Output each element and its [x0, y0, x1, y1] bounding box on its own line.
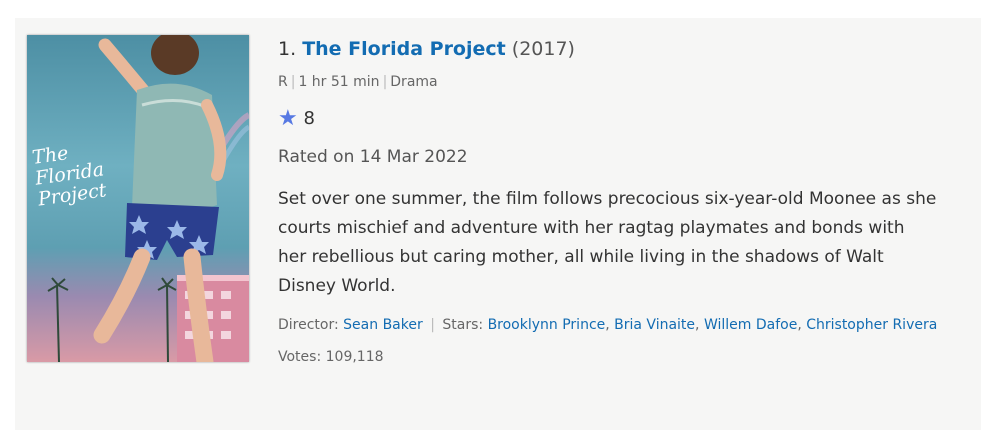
director-link[interactable]: Sean Baker [343, 317, 423, 333]
credits: Director: Sean Baker | Stars: Brooklynn … [278, 317, 938, 333]
rated-on-date: Rated on 14 Mar 2022 [278, 147, 468, 167]
movie-title-link[interactable]: The Florida Project [302, 38, 506, 60]
director-label: Director: [278, 317, 339, 333]
star-link[interactable]: Bria Vinaite [614, 317, 695, 333]
star-link[interactable]: Willem Dafoe [704, 317, 797, 333]
genre: Drama [390, 74, 438, 90]
movie-details: 1. The Florida Project (2017) R | 1 hr 51 … [278, 36, 958, 365]
star-icon: ★ [278, 106, 298, 131]
runtime: 1 hr 51 min [298, 74, 380, 90]
votes-label: Votes: [278, 349, 322, 365]
plot-description: Set over one summer, the film follows pr… [278, 189, 937, 296]
poster-title: The Florida Project [31, 138, 108, 210]
separator: | [290, 74, 296, 90]
movie-poster[interactable]: The Florida Project [27, 35, 249, 362]
stars-label: Stars: [442, 317, 484, 333]
vote-count: Votes: 109,118 [278, 349, 958, 365]
rating-value: 8 [303, 108, 315, 129]
separator: | [430, 317, 435, 333]
separator: | [382, 74, 388, 90]
star-link[interactable]: Brooklynn Prince [488, 317, 606, 333]
movie-meta: R | 1 hr 51 min | Drama [278, 73, 958, 91]
release-year: (2017) [511, 38, 575, 60]
votes-value: 109,118 [325, 349, 384, 365]
title-line: 1. The Florida Project (2017) [278, 36, 958, 62]
user-rating[interactable]: ★ 8 [278, 107, 958, 131]
star-link[interactable]: Christopher Rivera [806, 317, 937, 333]
rank-number: 1. [278, 38, 297, 60]
certificate: R [278, 74, 288, 90]
